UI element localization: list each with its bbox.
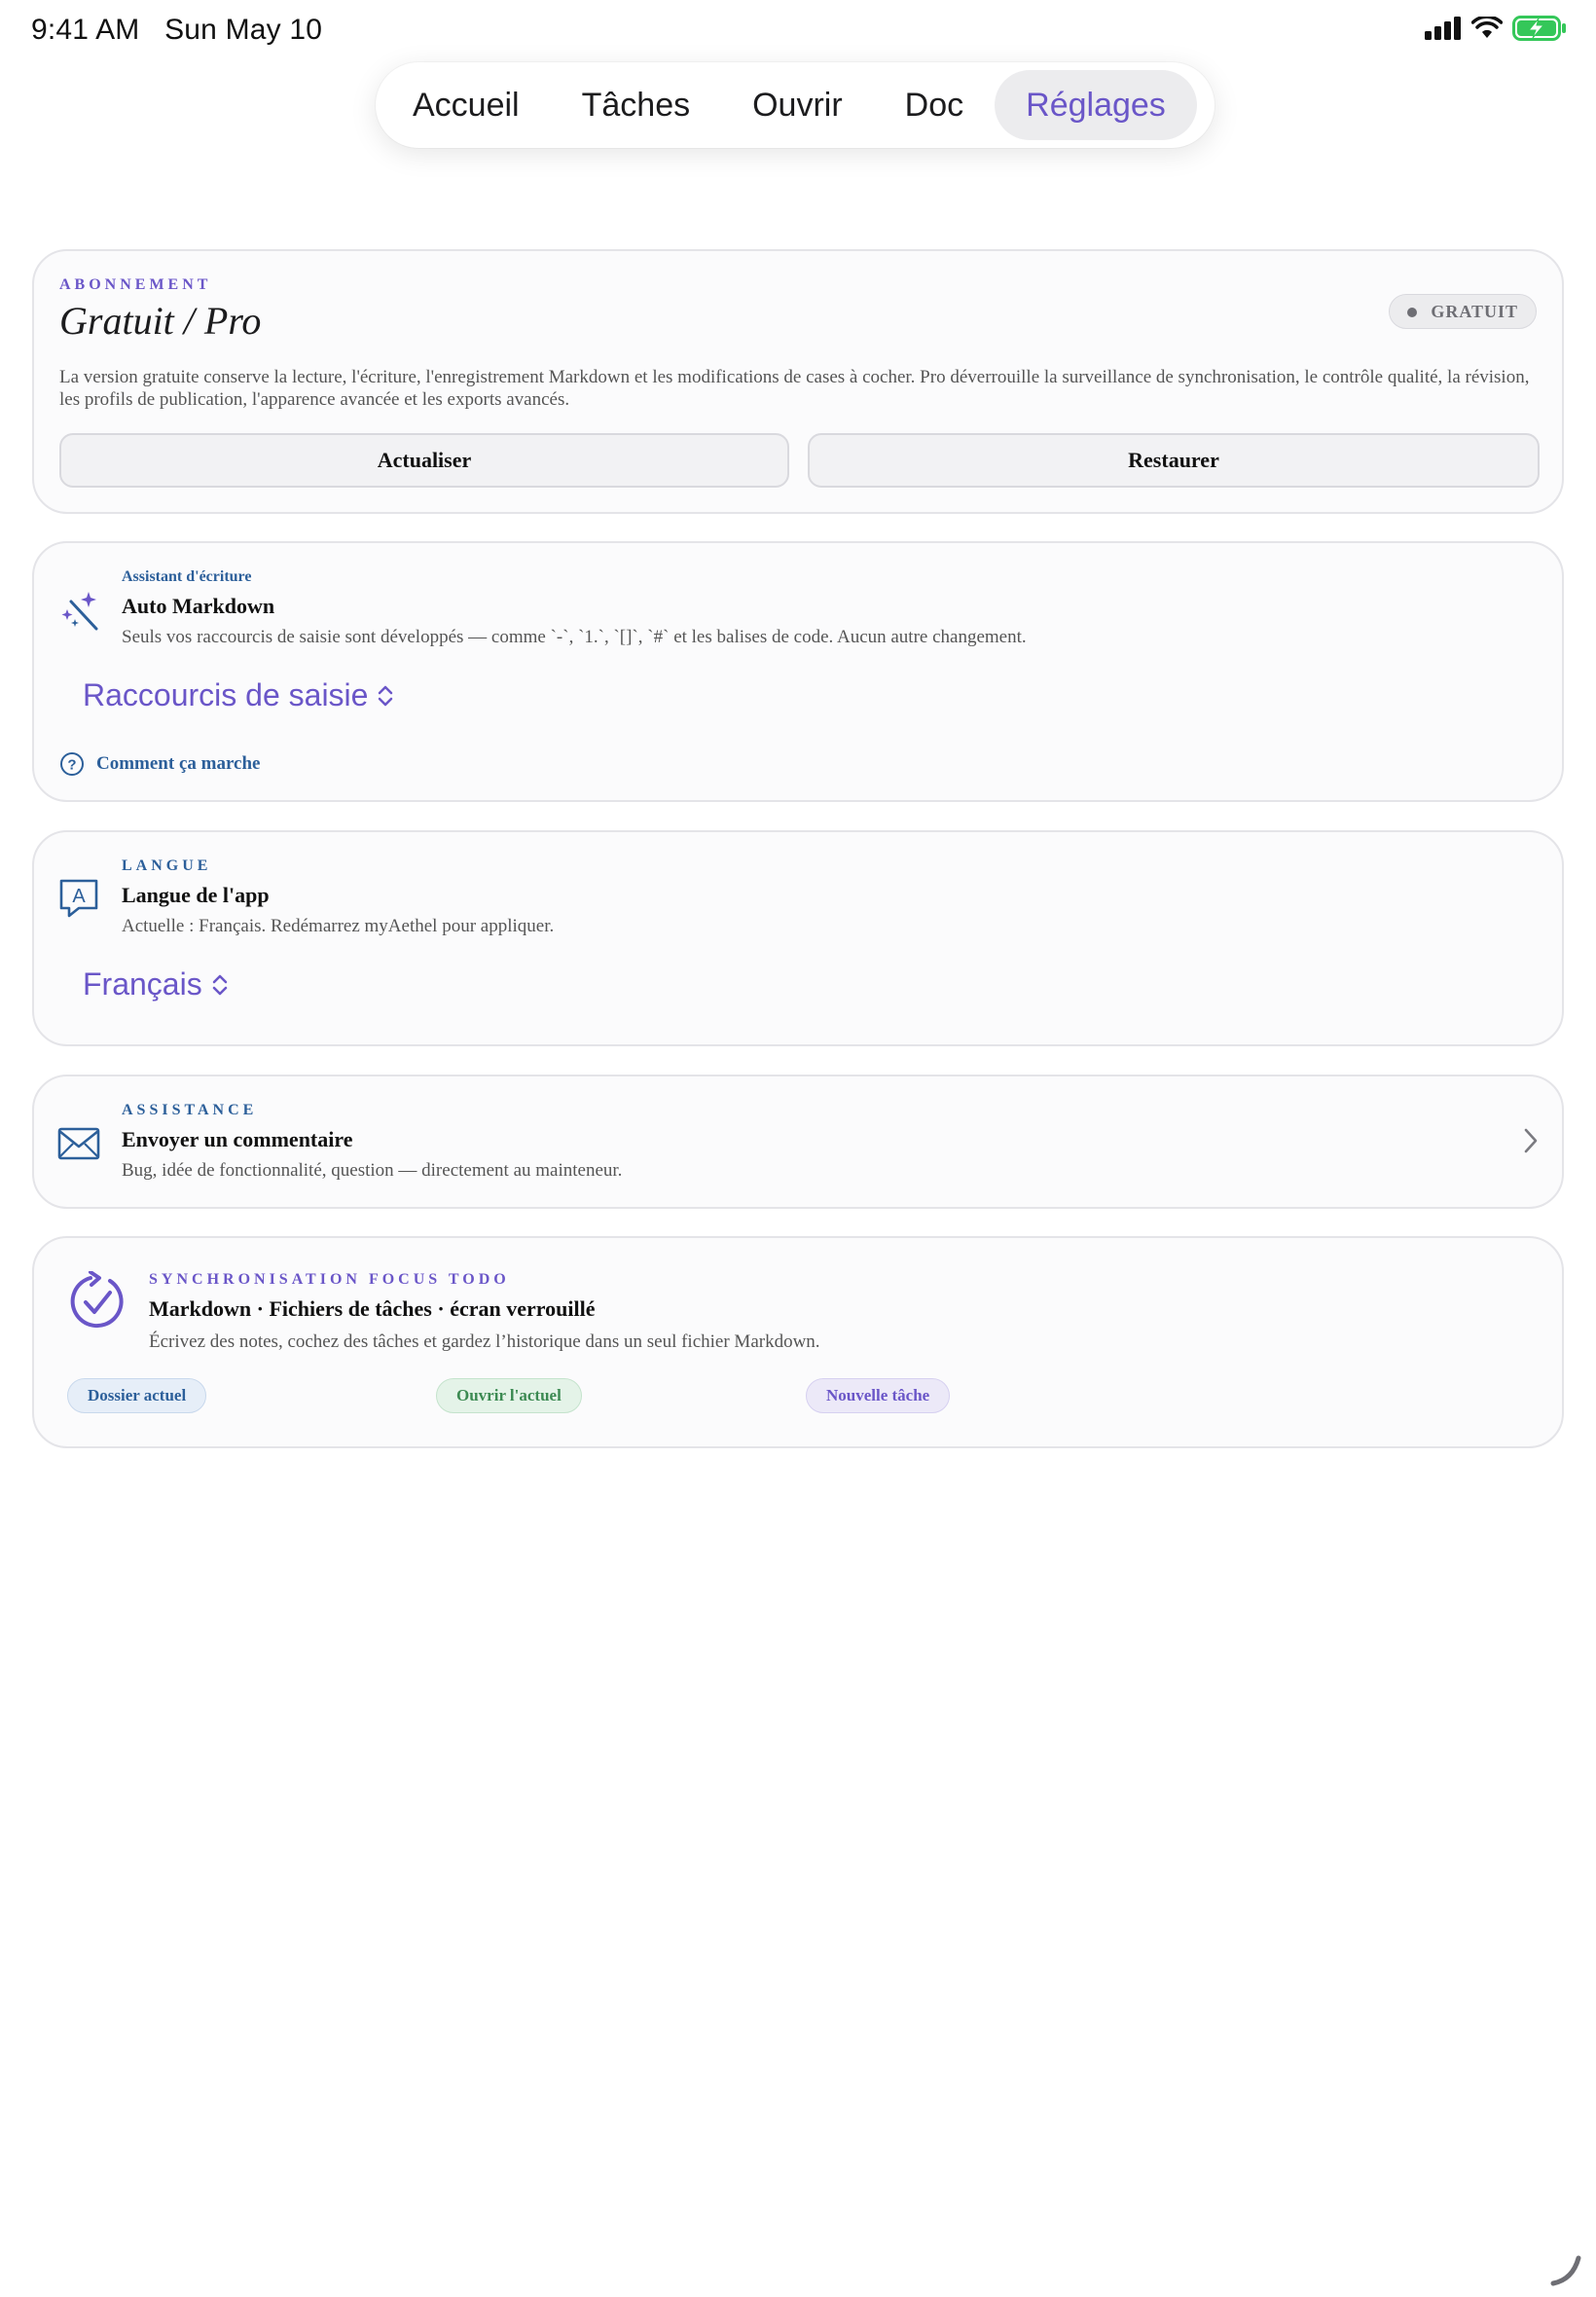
how-it-works-label: Comment ça marche bbox=[96, 753, 261, 774]
subscription-eyebrow: ABONNEMENT bbox=[59, 276, 212, 293]
app-language-title: Langue de l'app bbox=[122, 883, 270, 907]
status-bar-time: 9:41 AM Sun May 10 bbox=[31, 14, 322, 47]
chevron-right-icon bbox=[1524, 1128, 1538, 1153]
open-current-chip[interactable]: Ouvrir l'actuel bbox=[436, 1378, 582, 1413]
writing-assistant-eyebrow: Assistant d'écriture bbox=[122, 568, 252, 585]
tab-doc[interactable]: Doc bbox=[874, 70, 995, 140]
how-it-works-link[interactable]: ? Comment ça marche bbox=[59, 751, 261, 777]
status-time: 9:41 AM bbox=[31, 14, 140, 46]
new-task-chip[interactable]: Nouvelle tâche bbox=[806, 1378, 951, 1413]
language-card: A LANGUE Langue de l'app Actuelle : Fran… bbox=[32, 830, 1564, 1046]
chevron-up-down-icon bbox=[379, 685, 393, 706]
language-bubble-icon: A bbox=[59, 879, 98, 918]
chevron-up-down-icon bbox=[212, 974, 227, 995]
shortcut-mode-value: Raccourcis de saisie bbox=[83, 677, 369, 712]
status-dot bbox=[1407, 308, 1418, 317]
tab-accueil[interactable]: Accueil bbox=[381, 70, 551, 140]
svg-text:A: A bbox=[72, 886, 86, 907]
plan-status-badge: GRATUIT bbox=[1389, 294, 1537, 329]
subscription-title: Gratuit / Pro bbox=[59, 299, 262, 343]
envelope-icon bbox=[57, 1127, 100, 1160]
wifi-icon bbox=[1471, 17, 1503, 38]
refresh-button[interactable]: Actualiser bbox=[59, 433, 789, 488]
send-feedback-title: Envoyer un commentaire bbox=[122, 1127, 353, 1151]
tab-reglages[interactable]: Réglages bbox=[995, 70, 1197, 140]
language-picker-value: Français bbox=[83, 966, 202, 1002]
sync-check-icon bbox=[70, 1271, 124, 1329]
assistance-eyebrow: ASSISTANCE bbox=[122, 1102, 258, 1118]
app-language-description: Actuelle : Français. Redémarrez myAethel… bbox=[122, 916, 555, 936]
status-date: Sun May 10 bbox=[164, 14, 323, 46]
help-circle-icon: ? bbox=[60, 752, 84, 776]
focus-sync-description: Écrivez des notes, cochez des tâches et … bbox=[149, 1331, 820, 1352]
focus-sync-title: Markdown · Fichiers de tâches · écran ve… bbox=[149, 1296, 596, 1321]
send-feedback-card[interactable]: ASSISTANCE Envoyer un commentaire Bug, i… bbox=[32, 1075, 1564, 1209]
tab-taches[interactable]: Tâches bbox=[551, 70, 722, 140]
auto-markdown-title: Auto Markdown bbox=[122, 594, 275, 618]
shortcut-mode-picker[interactable]: Raccourcis de saisie bbox=[83, 677, 395, 713]
focus-todo-sync-card: SYNCHRONISATION FOCUS TODO Markdown · Fi… bbox=[32, 1236, 1564, 1448]
tab-ouvrir[interactable]: Ouvrir bbox=[721, 70, 874, 140]
subscription-card: ABONNEMENT Gratuit / Pro GRATUIT La vers… bbox=[32, 249, 1564, 514]
home-indicator-icon bbox=[1550, 2255, 1581, 2286]
top-tab-bar: Accueil Tâches Ouvrir Doc Réglages bbox=[376, 62, 1215, 148]
auto-markdown-description: Seuls vos raccourcis de saisie sont déve… bbox=[122, 627, 1027, 647]
subscription-description: La version gratuite conserve la lecture,… bbox=[59, 367, 1530, 410]
language-picker[interactable]: Français bbox=[83, 966, 230, 1003]
language-eyebrow: LANGUE bbox=[122, 857, 212, 874]
send-feedback-description: Bug, idée de fonctionnalité, question — … bbox=[122, 1160, 623, 1181]
writing-assistant-card: Assistant d'écriture Auto Markdown Seuls… bbox=[32, 541, 1564, 802]
restore-button[interactable]: Restaurer bbox=[808, 433, 1540, 488]
status-bar-icons bbox=[1425, 16, 1567, 41]
magic-wand-icon bbox=[61, 592, 98, 631]
battery-charging-icon bbox=[1512, 16, 1566, 41]
focus-sync-eyebrow: SYNCHRONISATION FOCUS TODO bbox=[149, 1271, 510, 1288]
plan-status-text: GRATUIT bbox=[1431, 302, 1518, 321]
current-folder-chip[interactable]: Dossier actuel bbox=[67, 1378, 207, 1413]
cellular-signal-icon bbox=[1425, 17, 1461, 40]
svg-text:?: ? bbox=[67, 757, 76, 774]
